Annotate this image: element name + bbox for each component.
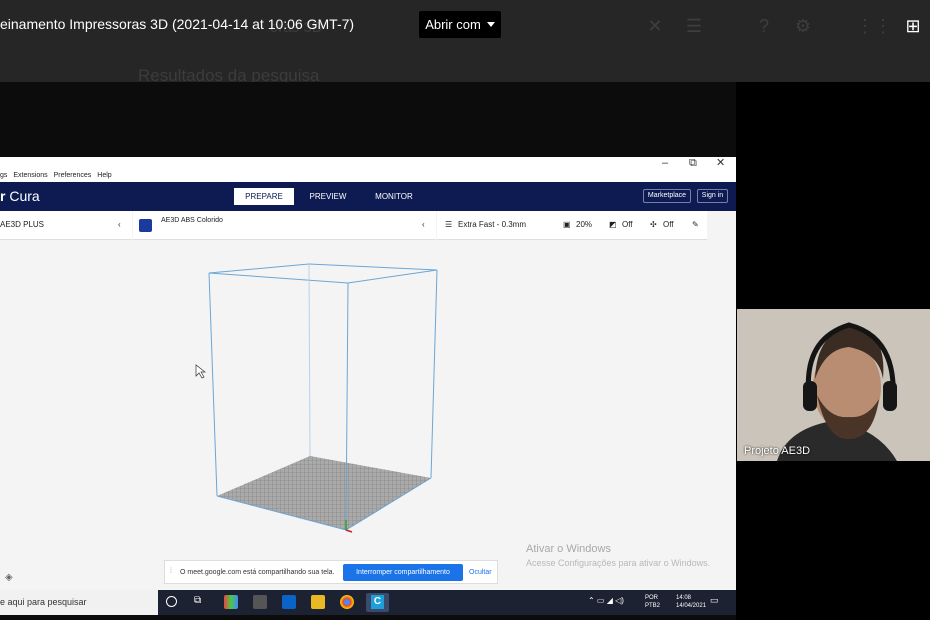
menu-item-help[interactable]: Help — [97, 172, 111, 179]
infill-icon: ▣ — [563, 220, 571, 229]
stop-sharing-button[interactable]: Interromper compartilhamento — [343, 564, 463, 581]
cura-logo: r Cura — [0, 188, 40, 204]
participant-video — [737, 309, 930, 461]
menu-item-preferences[interactable]: Preferences — [54, 172, 92, 179]
activate-windows-title: Ativar o Windows — [526, 543, 611, 555]
filter-icon[interactable]: ☰ — [684, 16, 704, 36]
cortana-icon[interactable] — [166, 596, 177, 607]
menu-item-extensions[interactable]: Extensions — [13, 172, 47, 179]
task-view-icon[interactable]: ⧉ — [194, 595, 201, 606]
taskbar-search-placeholder: e aqui para pesquisar — [0, 597, 87, 607]
adhesion-value: Off — [663, 220, 674, 229]
shared-screen: – ⧉ ✕ gs Extensions Preferences Help r C… — [0, 157, 736, 615]
participant-name: Projeto AE3D — [744, 445, 811, 457]
participant-tile: Projeto AE3D — [737, 309, 930, 461]
input-language[interactable]: POR PTB2 — [645, 594, 660, 610]
hide-sharing-bar-button[interactable]: Ocultar — [469, 569, 492, 576]
app-icon-store[interactable] — [253, 595, 267, 609]
close-window-button[interactable]: ✕ — [716, 157, 725, 170]
printer-name: AE3D PLUS — [0, 220, 45, 229]
open-with-label: Abrir com — [425, 17, 481, 32]
material-name: AE3D ABS Colorido — [161, 217, 223, 224]
chevron-left-icon: ‹ — [118, 220, 121, 229]
chevron-left-icon: ‹ — [422, 220, 425, 229]
cura-header: r Cura PREPARE PREVIEW MONITOR Marketpla… — [0, 182, 736, 211]
video-file-title: einamento Impressoras 3D (2021-04-14 at … — [0, 16, 355, 32]
menu-item-settings[interactable]: gs — [0, 172, 7, 179]
sharing-message: O meet.google.com está compartilhando su… — [180, 569, 335, 576]
clock[interactable]: 14:08 14/04/2021 — [676, 594, 706, 610]
app-icon-paint[interactable] — [224, 595, 238, 609]
support-icon: ◩ — [609, 220, 617, 229]
drag-handle-icon[interactable]: ⁞ — [170, 568, 172, 575]
material-selector[interactable]: AE3D ABS Colorido ‹ — [133, 211, 436, 240]
infill-value: 20% — [576, 220, 593, 229]
profile-icon: ☰ — [445, 220, 453, 229]
adhesion-icon: ✣ — [650, 220, 657, 229]
signin-button[interactable]: Sign in — [697, 189, 728, 203]
taskbar-search-box[interactable]: e aqui para pesquisar — [0, 590, 158, 615]
tray-icons[interactable]: ⌃ ▭ ◢ ◁) — [588, 597, 624, 605]
x-axis-marker — [345, 529, 353, 533]
object-tools-icon: ◈ — [5, 572, 13, 583]
window-caption-bar: – ⧉ ✕ — [0, 157, 736, 170]
marketplace-button[interactable]: Marketplace — [643, 189, 691, 203]
cura-app-icon: C — [371, 595, 384, 609]
add-comment-icon[interactable]: ⊞ — [903, 16, 923, 36]
notifications-icon[interactable]: ▭ — [710, 596, 719, 605]
screen: oras 3D Resultados da pesquisa einamento… — [0, 0, 930, 620]
mouse-cursor-icon — [195, 364, 207, 379]
app-icon-chrome[interactable] — [340, 595, 354, 609]
app-icon-outlook[interactable] — [282, 595, 296, 609]
profile-name: Extra Fast - 0.3mm — [458, 220, 527, 229]
pencil-icon: ✎ — [692, 220, 699, 229]
extruder-icon — [139, 219, 152, 232]
screen-sharing-bar: ⁞ O meet.google.com está compartilhando … — [164, 560, 498, 584]
windows-taskbar: e aqui para pesquisar ⧉ C ⌃ ▭ ◢ ◁) POR PT… — [0, 590, 736, 615]
support-value: Off — [622, 220, 633, 229]
drive-top-bar: oras 3D Resultados da pesquisa einamento… — [0, 0, 930, 85]
tab-monitor[interactable]: MONITOR — [366, 188, 422, 205]
minimize-button[interactable]: – — [662, 157, 668, 170]
caret-down-icon — [486, 22, 495, 27]
print-settings-selector[interactable]: ☰ Extra Fast - 0.3mm ▣ 20% ◩ Off ✣ Off ✎ — [437, 211, 707, 240]
gear-icon[interactable]: ⚙ — [793, 16, 813, 36]
help-icon[interactable]: ? — [754, 16, 774, 36]
activate-windows-subtitle: Acesse Configurações para ativar o Windo… — [526, 558, 711, 568]
close-icon[interactable]: ✕ — [645, 16, 665, 36]
build-plate-grid — [217, 456, 431, 530]
printer-selector[interactable]: AE3D PLUS ‹ — [0, 211, 132, 240]
app-icon-file-explorer[interactable] — [311, 595, 325, 609]
apps-grid-icon[interactable]: ⋮⋮ — [856, 16, 892, 36]
open-with-button[interactable]: Abrir com — [419, 11, 501, 38]
cura-menu-bar: gs Extensions Preferences Help — [0, 170, 736, 182]
tab-preview[interactable]: PREVIEW — [300, 188, 356, 205]
maximize-button[interactable]: ⧉ — [689, 157, 697, 170]
tab-prepare[interactable]: PREPARE — [234, 188, 294, 205]
